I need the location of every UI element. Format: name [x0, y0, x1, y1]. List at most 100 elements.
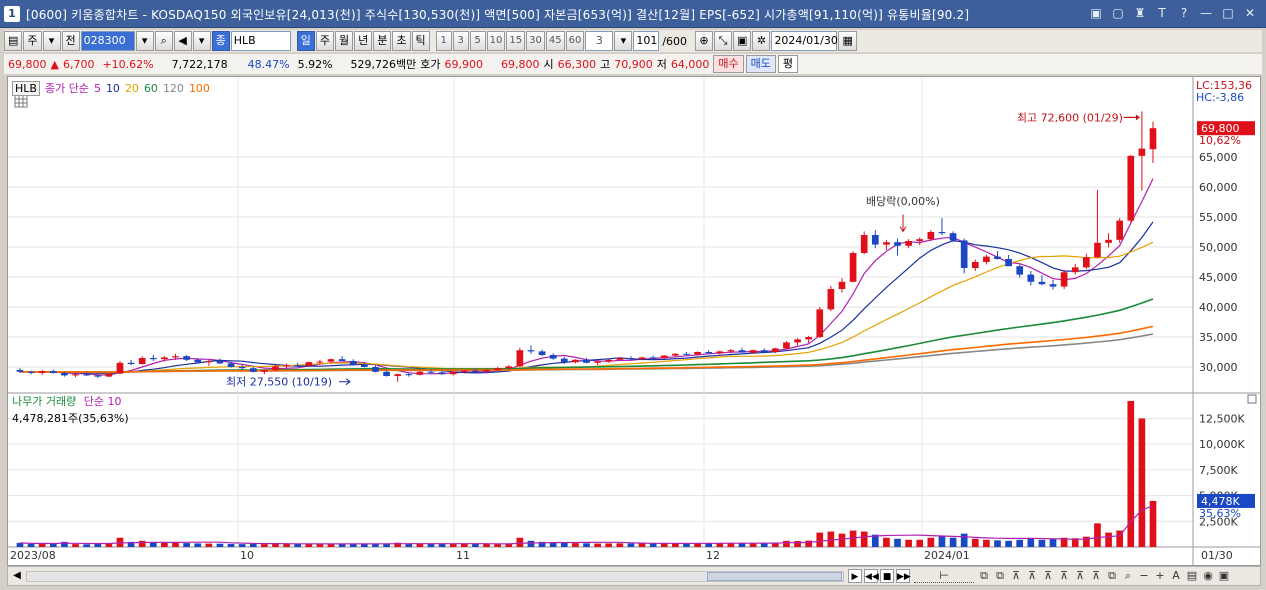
candle-body	[16, 370, 24, 372]
tool-icon[interactable]: ⊼	[1074, 569, 1086, 583]
rewind-icon[interactable]: ◀◀	[864, 569, 879, 583]
volume-bar	[438, 544, 446, 547]
period-dropdown-icon[interactable]: ▾	[42, 31, 61, 51]
candle-body	[1094, 242, 1101, 258]
eval-button[interactable]: 평	[777, 55, 799, 73]
item-type-badge[interactable]: 종	[211, 31, 230, 51]
prev-button[interactable]: 전	[61, 31, 80, 51]
forward-icon[interactable]: ▶▶	[896, 569, 911, 583]
stock-code-input[interactable]: 028300	[80, 31, 135, 51]
period-unit-select[interactable]: 주	[23, 31, 42, 51]
period-year[interactable]: 년	[354, 31, 373, 51]
font-icon[interactable]: A	[1170, 569, 1182, 583]
interval-button[interactable]: 45	[545, 31, 565, 51]
period-second[interactable]: 초	[392, 31, 411, 51]
period-month[interactable]: 월	[335, 31, 354, 51]
bar-count-input[interactable]: 101	[633, 31, 660, 51]
stock-name-field[interactable]: HLB	[230, 31, 291, 51]
interval-button[interactable]: 3	[452, 31, 469, 51]
interval-button[interactable]: 30	[526, 31, 545, 51]
price-legend: HLB 종가 단순 5 10 20 60 120 100	[12, 80, 210, 96]
tool-icon[interactable]: ⊼	[1026, 569, 1038, 583]
save-icon[interactable]: ▣	[733, 31, 752, 51]
pin-icon[interactable]: ♜	[1132, 5, 1148, 21]
interval-select[interactable]: 3	[585, 31, 614, 51]
gear-icon[interactable]: ✲	[752, 31, 771, 51]
tool-icon[interactable]: ⊼	[1042, 569, 1054, 583]
sound-icon[interactable]: ◀	[173, 31, 192, 51]
tool-icon[interactable]: ⧉	[978, 569, 990, 583]
candle-body	[161, 357, 168, 360]
candle-body	[816, 309, 824, 337]
candle-body	[383, 371, 390, 376]
record-icon[interactable]: ◉	[1202, 569, 1214, 583]
candle-body	[349, 361, 357, 365]
tool-icon[interactable]: ⧉	[994, 569, 1006, 583]
minimize-icon[interactable]: —	[1198, 5, 1214, 21]
grid-icon[interactable]: ▤	[1186, 569, 1198, 583]
save-image-icon[interactable]: ▣	[1218, 569, 1230, 583]
candle-body	[694, 352, 701, 355]
period-week[interactable]: 주	[315, 31, 335, 51]
interval-button[interactable]: 60	[565, 31, 585, 51]
chart-settings-icon[interactable]: ▤	[4, 31, 23, 51]
code-dropdown-icon[interactable]: ▾	[135, 31, 154, 51]
legend-stock-tag[interactable]: HLB	[12, 80, 40, 96]
interval-button[interactable]: 10	[486, 31, 506, 51]
search-icon[interactable]: ⌕	[154, 31, 173, 51]
sound-dropdown-icon[interactable]: ▾	[192, 31, 211, 51]
candle-body	[971, 262, 979, 268]
candle-body	[538, 351, 546, 355]
text-icon[interactable]: T	[1154, 5, 1170, 21]
zoom-out-icon[interactable]: −	[1138, 569, 1150, 583]
candle-body	[316, 361, 324, 363]
candle-body	[727, 350, 735, 352]
tool-icon[interactable]: ⊼	[1090, 569, 1102, 583]
price-tick-label: 35,000	[1199, 331, 1238, 344]
calendar-icon[interactable]: ▦	[838, 31, 857, 51]
candle-body	[805, 337, 812, 340]
interval-button[interactable]: 15	[506, 31, 526, 51]
scroll-left-icon[interactable]: ◀	[10, 569, 24, 583]
candle-body	[394, 374, 401, 376]
bid-price-1: 69,900	[444, 57, 484, 71]
tool-icon[interactable]: ⊼	[1010, 569, 1022, 583]
layout-icon[interactable]: ▣	[1088, 5, 1104, 21]
interval-button[interactable]: 1	[435, 31, 452, 51]
help-icon[interactable]: ?	[1176, 5, 1192, 21]
zoom-search-icon[interactable]: ⌕	[1122, 569, 1134, 583]
candle-body	[94, 375, 102, 377]
buy-button[interactable]: 매수	[713, 55, 744, 73]
date-input[interactable]: 2024/01/30	[771, 31, 838, 51]
tool-icon[interactable]: ⧉	[1106, 569, 1118, 583]
scroll-track[interactable]	[26, 571, 844, 582]
playback-controls: ▶ ◀◀ ■ ▶▶	[848, 569, 911, 583]
volume-bar	[149, 542, 157, 547]
sell-button[interactable]: 매도	[745, 55, 776, 73]
volume-bar	[249, 543, 257, 547]
crosshair-icon[interactable]: ⤡	[714, 31, 733, 51]
price-chart[interactable]: 65,000 60,000 55,000 50,000 45,000 40,000 35,0…	[8, 77, 1260, 565]
period-minute[interactable]: 분	[373, 31, 392, 51]
volume-bar	[1138, 418, 1146, 547]
chart-window[interactable]: 65,000 60,000 55,000 50,000 45,000 40,000 35,0…	[7, 76, 1261, 566]
scroll-thumb[interactable]	[707, 572, 842, 581]
maximize-icon[interactable]: □	[1220, 5, 1236, 21]
indicator-icon[interactable]: ⊕	[695, 31, 714, 51]
candle-body	[583, 359, 590, 363]
candle-body	[49, 371, 57, 373]
play-icon[interactable]: ▶	[848, 569, 862, 583]
zoom-slider[interactable]: ⊢	[914, 569, 974, 583]
candle-body	[760, 350, 768, 352]
period-day[interactable]: 일	[296, 31, 315, 51]
interval-dropdown-icon[interactable]: ▾	[614, 31, 633, 51]
tool-icon[interactable]: ⊼	[1058, 569, 1070, 583]
chart-scrollbar[interactable]: ◀ ▶ ◀◀ ■ ▶▶ ⊢ ⧉ ⧉ ⊼ ⊼ ⊼ ⊼ ⊼ ⊼ ⧉ ⌕ − + A …	[7, 566, 1261, 586]
period-tick[interactable]: 틱	[411, 31, 430, 51]
interval-button[interactable]: 5	[469, 31, 486, 51]
zoom-in-icon[interactable]: +	[1154, 569, 1166, 583]
copy-window-icon[interactable]: ▢	[1110, 5, 1126, 21]
volume-value: 7,722,178	[171, 57, 228, 71]
close-icon[interactable]: ✕	[1242, 5, 1258, 21]
stop-icon[interactable]: ■	[880, 569, 894, 583]
